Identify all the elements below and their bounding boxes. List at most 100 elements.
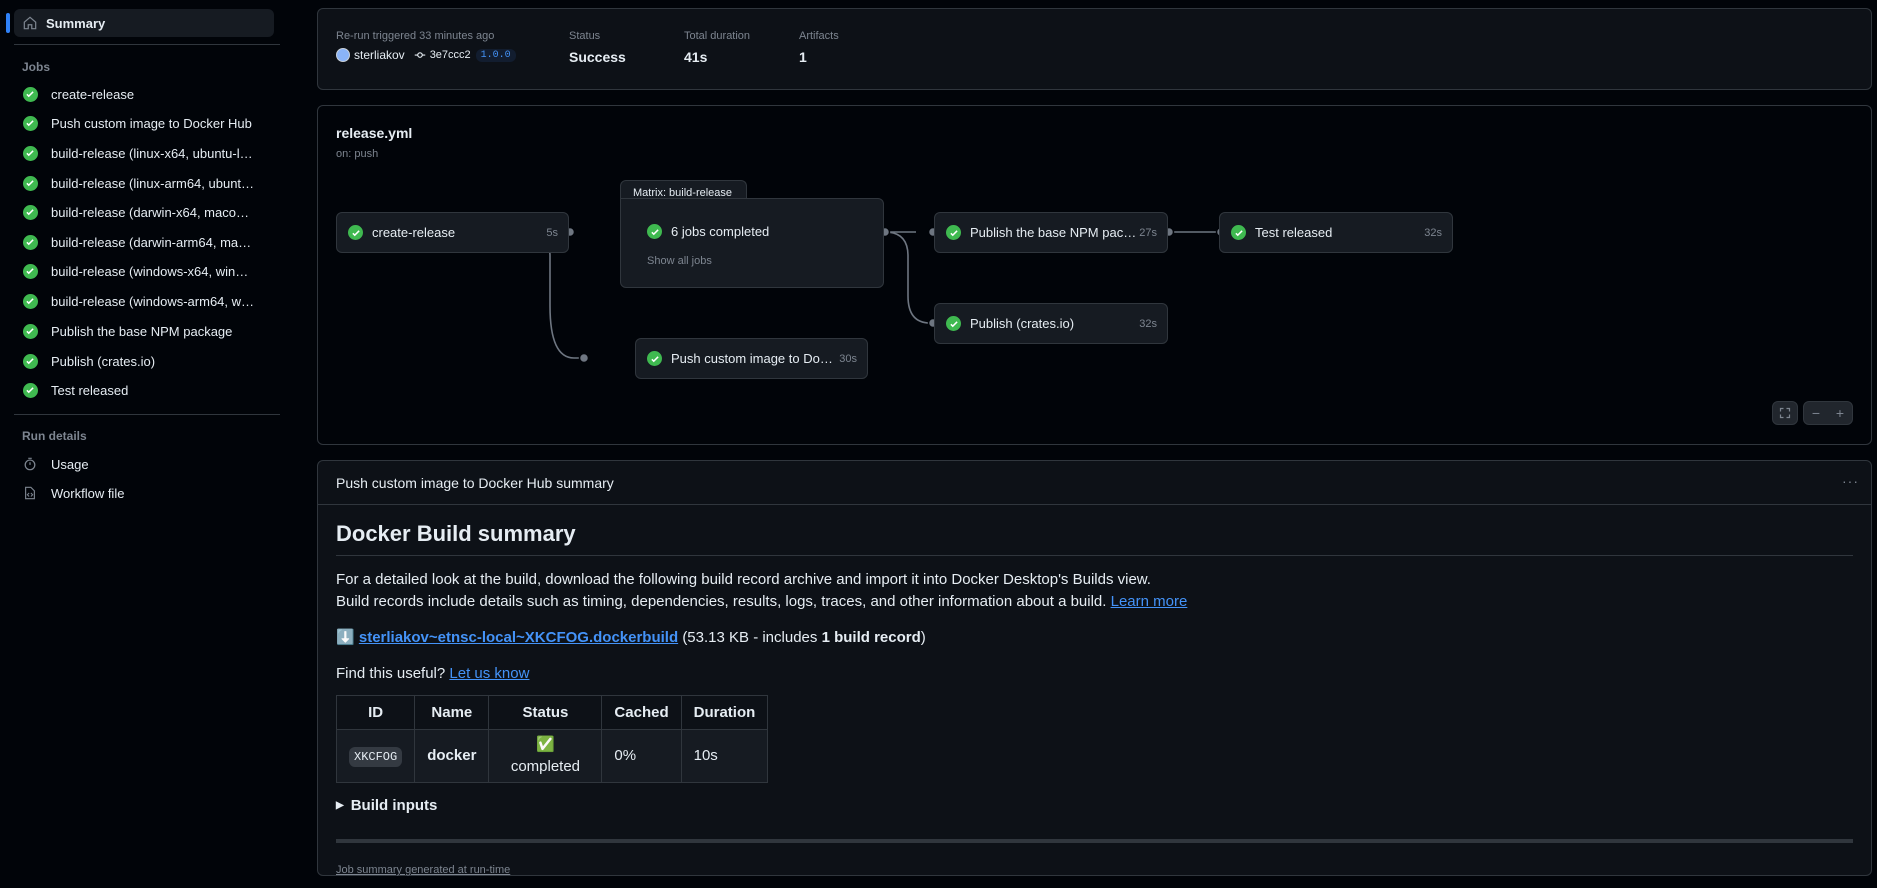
job-duration: 32s [1424,226,1442,239]
status-block: Status Success [569,30,626,65]
paragraph-line: For a detailed look at the build, downlo… [336,571,1151,588]
sidebar-job-item[interactable]: build-release (linux-arm64, ubunt… [14,170,274,196]
matrix-status: 6 jobs completed [671,224,770,239]
summary-heading: Docker Build summary [336,521,1853,556]
zoom-out-button[interactable]: − [1804,405,1828,421]
zoom-in-button[interactable]: + [1828,405,1852,421]
divider [336,839,1853,843]
sidebar-job-item[interactable]: build-release (linux-x64, ubuntu-l… [14,140,274,166]
actor-link[interactable]: sterliakov [354,48,405,62]
run-details-heading: Run details [22,429,87,443]
success-check-icon [22,86,38,102]
sidebar-job-label: build-release (linux-x64, ubuntu-l… [51,145,253,161]
status-value: Success [569,49,626,65]
build-record-download-link[interactable]: sterliakov~etnsc-local~XKCFOG.dockerbuil… [359,629,678,646]
sidebar-job-label: build-release (windows-arm64, w… [51,293,255,309]
avatar[interactable] [336,48,350,62]
tag-badge[interactable]: 1.0.0 [475,48,516,62]
show-all-jobs-link[interactable]: Show all jobs [647,255,712,267]
sidebar-job-label: build-release (darwin-x64, maco… [51,204,249,220]
matrix-node-build-release[interactable]: 6 jobs completed Show all jobs [620,198,884,288]
artifacts-block: Artifacts 1 [799,30,839,65]
success-check-icon [946,316,961,331]
sidebar-job-item[interactable]: build-release (windows-arm64, w… [14,288,274,314]
commit-link[interactable]: 3e7ccc2 [414,49,471,61]
disclosure-triangle-icon: ▶ [336,800,344,811]
success-check-icon [348,225,363,240]
sidebar-job-label: Push custom image to Docker Hub [51,115,252,131]
sidebar-job-item[interactable]: build-release (windows-x64, win… [14,258,274,284]
success-check-icon [22,115,38,131]
sidebar-job-item[interactable]: build-release (darwin-x64, maco… [14,199,274,225]
sidebar-job-item[interactable]: create-release [14,81,274,107]
sidebar-item-usage[interactable]: Usage [14,451,274,477]
job-name: Publish (crates.io) [970,316,1075,331]
sidebar-job-item[interactable]: build-release (darwin-arm64, ma… [14,229,274,255]
build-table: ID Name Status Cached Duration XKCFOG do… [335,695,769,783]
summary-header: Push custom image to Docker Hub summary … [318,461,1871,505]
sidebar-job-item[interactable]: Push custom image to Docker Hub [14,110,274,136]
job-node-test-released[interactable]: Test released 32s [1219,212,1453,253]
job-summary-panel: Push custom image to Docker Hub summary … [317,460,1872,876]
build-inputs-label: Build inputs [350,797,438,814]
sidebar-item-summary[interactable]: Summary [6,9,274,37]
job-node-publish-crates[interactable]: Publish (crates.io) 32s [934,303,1168,344]
table-row: XKCFOG docker ✅ completed 0% 10s [335,729,769,783]
let-us-know-link[interactable]: Let us know [449,665,529,682]
sidebar-job-item[interactable]: Test released [14,377,274,403]
success-check-icon [22,353,38,369]
workflow-graph-panel: release.yml on: push create-release 5s M… [317,105,1872,445]
success-check-icon [22,263,38,279]
stopwatch-icon [22,456,38,472]
success-check-icon [647,351,662,366]
job-node-create-release[interactable]: create-release 5s [336,212,569,253]
duration-block: Total duration 41s [684,30,750,65]
duration-label: Total duration [684,30,751,42]
sidebar-job-label: Publish (crates.io) [51,353,156,369]
divider [14,44,280,45]
table-cell: docker [414,729,490,783]
sidebar-job-label: Publish the base NPM package [51,323,233,339]
file-info: (53.13 KB - includes [682,629,822,646]
success-check-icon [946,225,961,240]
sidebar-job-label: create-release [51,86,135,102]
learn-more-link[interactable]: Learn more [1111,593,1188,610]
table-cell: 10s [680,729,769,783]
job-node-publish-npm[interactable]: Publish the base NPM pack… 27s [934,212,1168,253]
summary-header-title: Push custom image to Docker Hub summary [336,474,614,491]
artifacts-label: Artifacts [799,30,839,42]
graph-connectors [523,226,1227,364]
table-header: ID [335,695,416,730]
sidebar-item-workflow-file[interactable]: Workflow file [14,480,274,506]
run-info-panel: Re-run triggered 33 minutes ago sterliak… [317,8,1872,90]
job-duration: 27s [1139,226,1157,239]
summary-markdown: Docker Build summary For a detailed look… [335,521,1853,881]
job-name: Publish the base NPM pack… [970,225,1138,240]
fullscreen-button[interactable] [1772,401,1798,425]
sidebar-job-item[interactable]: Publish (crates.io) [14,348,274,374]
success-check-icon [22,293,38,309]
divider [14,414,280,415]
feedback-question: Find this useful? [336,665,446,682]
table-header: Duration [680,695,769,730]
download-emoji: ⬇️ [336,629,355,646]
job-node-push-image[interactable]: Push custom image to Doc… 30s [635,338,868,379]
kebab-menu-icon[interactable]: ··· [1842,473,1859,489]
sidebar-job-item[interactable]: Publish the base NPM package [14,318,274,344]
trigger-text: Re-run triggered 33 minutes ago [336,30,495,42]
sidebar-item-label: Workflow file [51,485,125,501]
success-check-icon [22,323,38,339]
success-check-icon [22,145,38,161]
artifacts-value[interactable]: 1 [799,49,839,65]
sidebar-job-label: build-release (darwin-arm64, ma… [51,234,252,250]
build-inputs-toggle[interactable]: ▶ Build inputs [336,795,1853,817]
download-line: ⬇️ sterliakov~etnsc-local~XKCFOG.dockerb… [336,627,1853,649]
job-name: Push custom image to Doc… [671,351,836,366]
paragraph: For a detailed look at the build, downlo… [336,569,1853,613]
summary-footer-link[interactable]: Job summary generated at run-time [336,859,1853,881]
table-cell: 0% [601,729,682,783]
sidebar: Summary Jobs create-release Push custom … [0,0,282,888]
job-name: create-release [372,225,456,240]
git-commit-icon [414,52,425,58]
sidebar-job-label: build-release (linux-arm64, ubunt… [51,175,255,191]
